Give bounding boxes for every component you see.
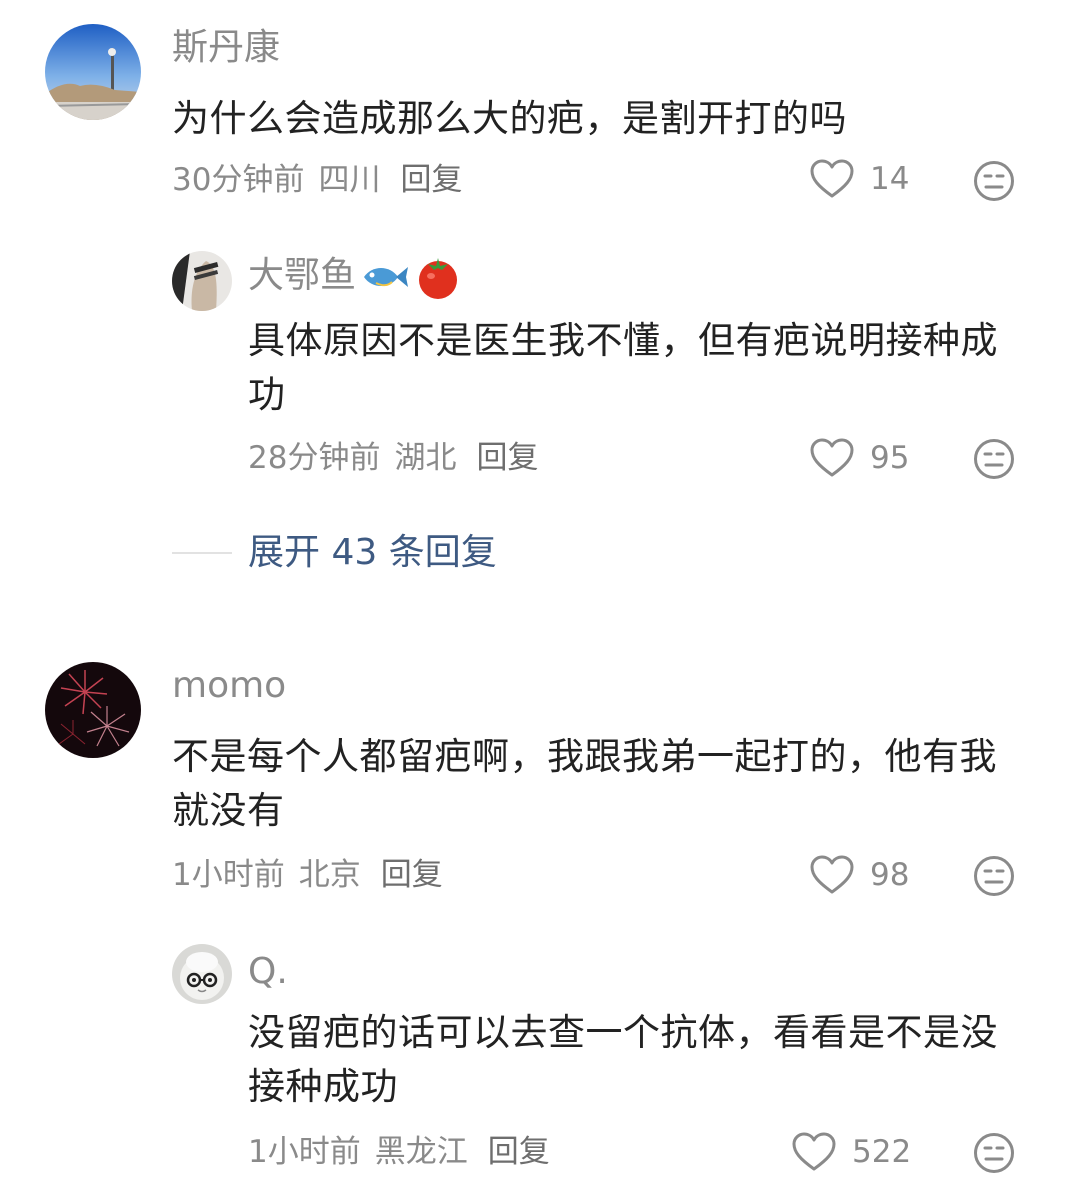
tomato-icon <box>419 258 458 299</box>
like-button[interactable]: 14 <box>810 159 909 199</box>
like-count: 522 <box>852 1134 912 1170</box>
neutral-face-icon[interactable] <box>973 855 1015 897</box>
like-count: 14 <box>870 161 910 197</box>
comment: 斯丹康 为什么会造成那么大的疤，是割开打的吗 30分钟前 四川 回复 14 <box>0 0 1080 230</box>
avatar-image <box>45 662 141 758</box>
like-count: 98 <box>870 857 910 893</box>
neutral-face-icon[interactable] <box>973 438 1015 480</box>
comment-username[interactable]: 斯丹康 <box>172 26 280 70</box>
comment-location: 黑龙江 <box>374 1134 468 1170</box>
neutral-face-icon[interactable] <box>973 160 1015 202</box>
like-button[interactable]: 98 <box>810 855 909 895</box>
comment-time: 1小时前 <box>248 1134 361 1170</box>
avatar[interactable] <box>45 24 141 120</box>
like-button[interactable]: 95 <box>810 438 909 478</box>
divider <box>172 552 232 554</box>
like-count: 95 <box>870 440 910 476</box>
avatar-image <box>172 251 232 311</box>
heart-outline-icon <box>810 159 854 198</box>
comment-username[interactable]: momo <box>172 664 286 708</box>
comment-meta: 1小时前 黑龙江 回复 <box>248 1132 564 1172</box>
comment-text: 不是每个人都留疤啊，我跟我弟一起打的，他有我就没有 <box>172 735 997 832</box>
comment-meta: 1小时前 北京 回复 <box>172 855 457 895</box>
heart-outline-icon <box>792 1132 836 1171</box>
comment: momo 不是每个人都留疤啊，我跟我弟一起打的，他有我就没有 1小时前 北京 回复 … <box>0 640 1080 930</box>
avatar[interactable] <box>172 944 232 1004</box>
comment-time: 28分钟前 <box>248 440 381 476</box>
comment-location: 四川 <box>318 162 381 198</box>
comment-text: 为什么会造成那么大的疤，是割开打的吗 <box>172 97 847 140</box>
avatar[interactable] <box>172 251 232 311</box>
heart-outline-icon <box>810 855 854 894</box>
reply-button[interactable]: 回复 <box>476 440 538 476</box>
expand-replies-button[interactable]: 展开 43 条回复 <box>172 530 497 576</box>
avatar-image <box>172 944 232 1004</box>
fish-icon <box>364 267 409 287</box>
avatar[interactable] <box>45 662 141 758</box>
comment-username[interactable]: Q. <box>248 950 288 994</box>
reply-comment: Q. 没留疤的话可以去查一个抗体，看看是不是没接种成功 1小时前 黑龙江 回复 52… <box>0 930 1080 1187</box>
reply-comment: 大鄂鱼 具体原因不是医生我不懂，但有疤说明接种成功 28分钟前 湖北 回复 95 <box>0 230 1080 510</box>
comment-location: 北京 <box>298 857 361 893</box>
comment-username[interactable]: 大鄂鱼 <box>248 254 462 300</box>
like-button[interactable]: 522 <box>792 1132 911 1172</box>
reply-button[interactable]: 回复 <box>381 857 443 893</box>
reply-button[interactable]: 回复 <box>488 1134 550 1170</box>
reply-button[interactable]: 回复 <box>400 162 462 198</box>
heart-outline-icon <box>810 438 854 477</box>
username-text: 大鄂鱼 <box>248 255 357 296</box>
comment-meta: 28分钟前 湖北 回复 <box>248 438 552 478</box>
comment-text: 没留疤的话可以去查一个抗体，看看是不是没接种成功 <box>248 1011 998 1108</box>
avatar-image <box>45 24 141 120</box>
neutral-face-icon[interactable] <box>973 1132 1015 1174</box>
comment-time: 30分钟前 <box>172 162 305 198</box>
comment-location: 湖北 <box>394 440 457 476</box>
comment-time: 1小时前 <box>172 857 285 893</box>
comment-meta: 30分钟前 四川 回复 <box>172 160 476 200</box>
expand-replies-label: 展开 43 条回复 <box>248 532 497 573</box>
comment-text: 具体原因不是医生我不懂，但有疤说明接种成功 <box>248 319 998 416</box>
